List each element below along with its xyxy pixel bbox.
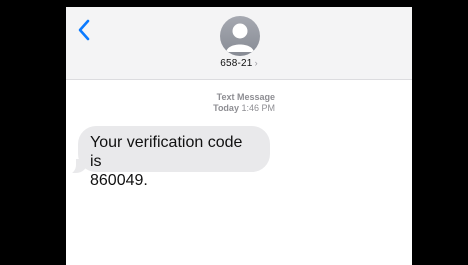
messages-screen: 658-21 › Text Message Today 1:46 PM Your … <box>66 7 412 265</box>
conversation-header: 658-21 › <box>66 7 412 80</box>
incoming-message-bubble[interactable]: Your verification code is 860049. <box>78 126 270 189</box>
chevron-right-icon: › <box>254 58 258 68</box>
contact-name: 658-21 <box>220 58 253 69</box>
contact-avatar[interactable] <box>220 16 260 56</box>
time-label: 1:46 PM <box>241 103 275 113</box>
message-timestamp: Text Message Today 1:46 PM <box>213 92 275 114</box>
person-icon <box>226 23 254 52</box>
message-text-line-1: Your verification code is <box>90 134 243 170</box>
video-frame: 658-21 › Text Message Today 1:46 PM Your … <box>0 0 468 265</box>
message-text-line-2: 860049. <box>90 172 148 189</box>
back-button[interactable] <box>74 17 96 43</box>
service-label: Text Message <box>216 92 275 102</box>
day-label: Today <box>213 103 239 113</box>
chevron-left-icon <box>78 19 90 41</box>
contact-name-row[interactable]: 658-21 › <box>66 58 412 69</box>
timestamp-line: Today 1:46 PM <box>213 103 275 114</box>
